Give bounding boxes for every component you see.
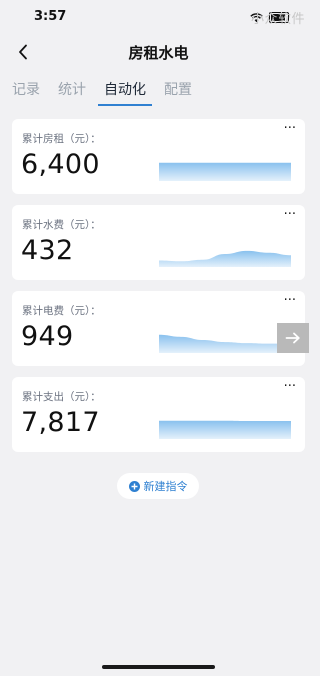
card-water-total[interactable]: 累计水费（元）： ··· 432 bbox=[12, 205, 305, 280]
watermark: 小众软件 bbox=[250, 12, 305, 27]
home-indicator bbox=[102, 665, 215, 669]
card-value: 6,400 bbox=[21, 149, 100, 180]
tab-automation[interactable]: 自动化 bbox=[98, 72, 152, 106]
nav-bar: 房租水电 bbox=[0, 34, 317, 70]
arrow-right-icon bbox=[285, 332, 300, 344]
card-label: 累计电费（元）： bbox=[22, 305, 101, 317]
summary-cards: 累计房租（元）： ··· 6,400 累计水费（元）： ··· 432 累计电费… bbox=[12, 119, 305, 463]
status-time: 3:57 bbox=[34, 9, 67, 24]
card-rent-total[interactable]: 累计房租（元）： ··· 6,400 bbox=[12, 119, 305, 194]
card-label: 累计房租（元）： bbox=[22, 133, 101, 145]
trend-area bbox=[159, 334, 291, 353]
trend-area bbox=[159, 162, 291, 181]
card-value: 432 bbox=[21, 235, 74, 266]
plus-circle-icon bbox=[128, 480, 140, 492]
card-label: 累计支出（元）： bbox=[22, 391, 101, 403]
more-icon[interactable]: ··· bbox=[284, 294, 296, 308]
trend-chart bbox=[159, 162, 291, 181]
card-value: 7,817 bbox=[21, 407, 100, 438]
page-title: 房租水电 bbox=[128, 44, 189, 62]
new-command-button[interactable]: 新建指令 bbox=[117, 473, 199, 499]
more-icon[interactable]: ··· bbox=[284, 380, 296, 394]
card-value: 949 bbox=[21, 321, 74, 352]
tab-settings[interactable]: 配置 bbox=[158, 72, 198, 106]
trend-chart bbox=[159, 250, 291, 267]
tab-records[interactable]: 记录 bbox=[6, 72, 46, 106]
side-arrow-button[interactable] bbox=[277, 323, 309, 353]
more-icon[interactable]: ··· bbox=[284, 208, 296, 222]
card-electricity-total[interactable]: 累计电费（元）： ··· 949 bbox=[12, 291, 305, 366]
trend-chart bbox=[159, 420, 291, 439]
tab-bar: 记录 统计 自动化 配置 bbox=[0, 72, 317, 106]
status-bar: 3:57 小众软件 bbox=[0, 0, 317, 34]
trend-area bbox=[159, 250, 291, 267]
trend-chart bbox=[159, 334, 291, 353]
tab-statistics[interactable]: 统计 bbox=[52, 72, 92, 106]
new-command-label: 新建指令 bbox=[143, 480, 188, 493]
more-icon[interactable]: ··· bbox=[284, 122, 296, 136]
card-expense-total[interactable]: 累计支出（元）： ··· 7,817 bbox=[12, 377, 305, 452]
trend-area bbox=[159, 420, 291, 439]
card-label: 累计水费（元）： bbox=[22, 219, 101, 231]
